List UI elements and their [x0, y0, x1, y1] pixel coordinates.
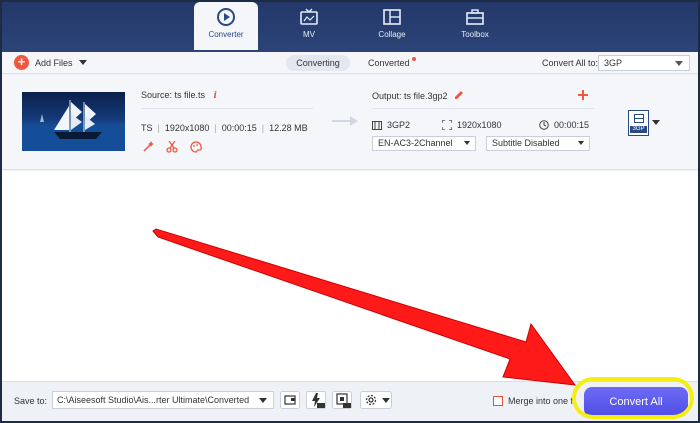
output-resolution-value: 1920x1080 [457, 120, 502, 130]
subtitle-value: Subtitle Disabled [492, 138, 560, 148]
source-duration: 00:00:15 [221, 123, 257, 133]
save-path-value: C:\Aiseesoft Studio\Ais...rter Ultimate\… [57, 395, 250, 405]
output-filename-label: Output: ts file.3gp2 [372, 91, 448, 101]
gpu-off-icon[interactable] [332, 391, 352, 409]
divider [372, 108, 594, 109]
output-resolution: 1920x1080 [442, 120, 502, 130]
audio-track-value: EN-AC3-2Channel [378, 138, 453, 148]
file-row: Source: ts file.ts i TS | 1920x1080 | 00… [2, 75, 698, 170]
tab-converted-label: Converted [368, 58, 410, 68]
film-icon [372, 120, 382, 130]
edit-pencil-icon[interactable] [454, 90, 464, 100]
convert-all-format-value: 3GP [604, 58, 623, 68]
tab-converted[interactable]: Converted [368, 55, 416, 71]
tab-mv-label: MV [303, 30, 315, 39]
convert-all-button[interactable]: Convert All [584, 387, 688, 417]
chevron-down-icon [259, 398, 267, 403]
settings-dropdown[interactable] [360, 391, 392, 409]
folder-icon[interactable] [280, 391, 300, 409]
tab-converting[interactable]: Converting [286, 55, 350, 71]
tab-converter-label: Converter [208, 30, 244, 39]
collage-icon [383, 9, 401, 25]
tab-collage-label: Collage [378, 30, 406, 39]
scissors-icon[interactable] [166, 141, 178, 153]
chevron-down-icon [382, 398, 390, 403]
toolbox-icon [466, 9, 484, 25]
output-format-badge-label: 3GP [630, 126, 647, 133]
notification-dot [411, 57, 416, 61]
chevron-down-icon [675, 61, 683, 66]
edit-tools [142, 141, 202, 153]
chevron-down-icon [464, 141, 470, 145]
audio-track-select[interactable]: EN-AC3-2Channel [372, 136, 476, 151]
tab-toolbox-label: Toolbox [461, 30, 489, 39]
palette-icon[interactable] [190, 141, 202, 153]
resize-icon [442, 120, 452, 130]
clock-icon [539, 120, 549, 130]
source-filename: Source: ts file.ts i [141, 90, 217, 101]
separator: | [261, 123, 265, 133]
add-output-icon[interactable] [578, 90, 588, 100]
hardware-acceleration-off-icon[interactable] [306, 391, 326, 409]
merge-checkbox[interactable] [493, 396, 503, 406]
subtitle-select[interactable]: Subtitle Disabled [486, 136, 590, 151]
bottom-bar: Save to: C:\Aiseesoft Studio\Ais...rter … [2, 381, 698, 421]
save-path-select[interactable]: C:\Aiseesoft Studio\Ais...rter Ultimate\… [52, 391, 274, 409]
output-duration-value: 00:00:15 [554, 120, 590, 130]
save-to-label: Save to: [14, 396, 48, 406]
tab-collage[interactable]: Collage [360, 2, 424, 48]
convert-all-format-select[interactable]: 3GP [598, 55, 690, 71]
info-icon[interactable]: i [214, 91, 217, 101]
video-thumbnail[interactable] [22, 92, 125, 151]
divider [141, 108, 313, 109]
film-icon [633, 114, 644, 123]
output-format: 3GP2 [372, 120, 410, 130]
tab-mv[interactable]: MV [277, 2, 341, 48]
source-meta: TS | 1920x1080 | 00:00:15 | 12.28 MB [141, 123, 308, 133]
source-filename-label: Source: ts file.ts [141, 90, 206, 100]
merge-label: Merge into one fi [508, 396, 576, 406]
converter-icon [217, 8, 235, 26]
output-format-badge[interactable]: 3GP [628, 110, 649, 136]
output-duration: 00:00:15 [539, 120, 589, 130]
file-list-area [2, 171, 698, 381]
arrow-right-icon [332, 116, 358, 126]
output-filename: Output: ts file.3gp2 [372, 90, 464, 101]
chevron-down-icon [578, 141, 584, 145]
chevron-down-icon[interactable] [652, 120, 660, 125]
source-size: 12.28 MB [269, 123, 308, 133]
chevron-down-icon[interactable] [78, 60, 87, 65]
merge-option[interactable]: Merge into one fi [493, 396, 575, 406]
magic-wand-icon[interactable] [142, 141, 154, 153]
tab-toolbox[interactable]: Toolbox [443, 2, 507, 48]
output-meta: 3GP2 1920x1080 00:00:15 [372, 120, 594, 134]
separator: | [157, 123, 160, 133]
add-files-label: Add Files [35, 57, 73, 68]
top-navigation: Converter MV Collage Toolbox [0, 0, 696, 50]
sailing-ship-image [22, 100, 125, 151]
source-resolution: 1920x1080 [164, 123, 210, 133]
add-files-button[interactable]: + Add Files [14, 55, 87, 70]
tv-icon [300, 8, 318, 25]
source-format: TS [141, 123, 153, 133]
tab-converter[interactable]: Converter [194, 2, 258, 50]
output-format-value: 3GP2 [387, 120, 411, 130]
plus-icon: + [14, 55, 29, 70]
separator: | [214, 123, 217, 133]
convert-all-to-label: Convert All to: [542, 58, 599, 68]
gear-icon [365, 394, 377, 406]
converter-toolbar: + Add Files Converting Converted Convert… [2, 52, 698, 74]
